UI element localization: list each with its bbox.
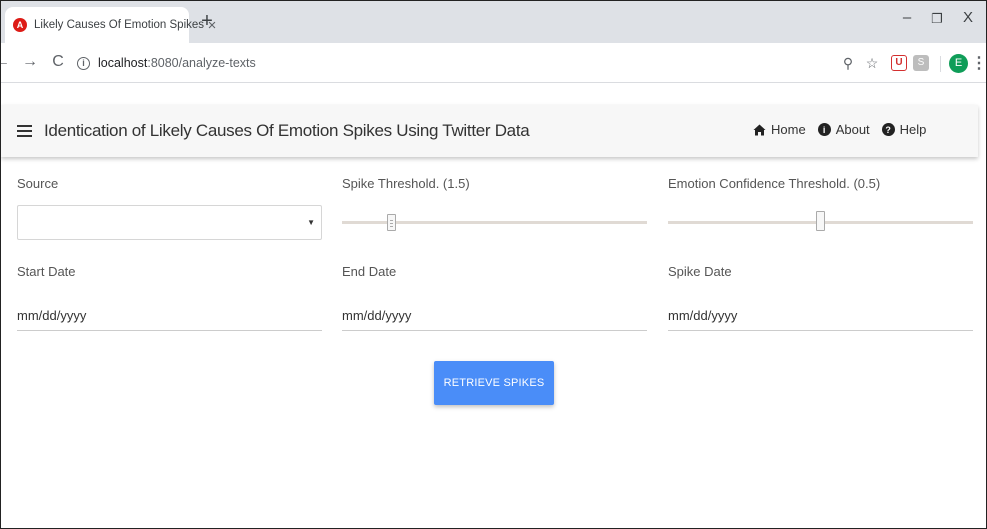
browser-toolbar: ← → C i localhost:8080/analyze-texts ⚲ ☆… bbox=[1, 43, 986, 83]
address-bar[interactable]: i localhost:8080/analyze-texts bbox=[77, 49, 857, 77]
app-header: Identication of Likely Causes Of Emotion… bbox=[1, 105, 978, 157]
spike-date-input[interactable]: mm/dd/yyyy bbox=[668, 301, 973, 331]
spike-threshold-slider-handle[interactable] bbox=[387, 214, 396, 231]
zoom-icon[interactable]: ⚲ bbox=[839, 54, 857, 72]
restore-button[interactable]: ❐ bbox=[925, 11, 949, 27]
emotion-confidence-label: Emotion Confidence Threshold. (0.5) bbox=[668, 176, 881, 191]
end-date-input[interactable]: mm/dd/yyyy bbox=[342, 301, 647, 331]
nav-help-label: Help bbox=[899, 122, 927, 137]
minimize-button[interactable]: – bbox=[895, 9, 919, 26]
source-label: Source bbox=[17, 176, 59, 191]
nav-home-label: Home bbox=[771, 122, 806, 137]
caret-down-icon: ▼ bbox=[307, 218, 315, 227]
tab-title: Likely Causes Of Emotion Spikes bbox=[34, 19, 205, 31]
app-nav: Home i About ? Help bbox=[753, 122, 938, 137]
hamburger-menu-icon[interactable] bbox=[17, 125, 32, 137]
new-tab-button[interactable]: + bbox=[197, 11, 217, 31]
emotion-confidence-slider-handle[interactable] bbox=[816, 211, 825, 231]
extension-icon[interactable]: S bbox=[913, 55, 929, 71]
back-icon[interactable]: ← bbox=[1, 53, 11, 71]
extension-icon[interactable]: U bbox=[891, 55, 907, 71]
reload-icon[interactable]: C bbox=[49, 53, 67, 71]
nav-help[interactable]: ? Help bbox=[881, 122, 927, 137]
close-window-button[interactable]: X bbox=[956, 9, 980, 26]
start-date-input[interactable]: mm/dd/yyyy bbox=[17, 301, 322, 331]
star-icon[interactable]: ☆ bbox=[863, 54, 881, 72]
url-path: :8080/analyze-texts bbox=[147, 56, 256, 70]
profile-icon[interactable]: E bbox=[949, 54, 968, 73]
home-icon bbox=[753, 123, 766, 136]
source-select[interactable]: ▼ bbox=[17, 205, 322, 240]
question-circle-icon: ? bbox=[881, 123, 895, 136]
nav-about-label: About bbox=[835, 122, 870, 137]
end-date-label: End Date bbox=[342, 264, 397, 279]
nav-about[interactable]: i About bbox=[817, 122, 870, 137]
tab-strip: A Likely Causes Of Emotion Spikes × + – … bbox=[1, 1, 986, 43]
menu-icon[interactable]: ⋮ bbox=[971, 53, 986, 73]
browser-tab[interactable]: A Likely Causes Of Emotion Spikes × bbox=[5, 7, 216, 43]
spike-threshold-label: Spike Threshold. (1.5) bbox=[342, 176, 470, 191]
spike-date-label: Spike Date bbox=[668, 264, 732, 279]
start-date-label: Start Date bbox=[17, 264, 76, 279]
url-host: localhost bbox=[98, 56, 148, 70]
page-title: Identication of Likely Causes Of Emotion… bbox=[44, 121, 530, 140]
browser-window: A Likely Causes Of Emotion Spikes × + – … bbox=[0, 0, 987, 529]
nav-home[interactable]: Home bbox=[753, 122, 806, 137]
forward-icon[interactable]: → bbox=[21, 53, 39, 71]
angular-logo-icon: A bbox=[13, 18, 27, 32]
retrieve-spikes-button[interactable]: RETRIEVE SPIKES bbox=[434, 361, 554, 405]
info-circle-icon: i bbox=[817, 123, 831, 136]
info-icon[interactable]: i bbox=[77, 56, 90, 70]
toolbar-divider bbox=[940, 56, 941, 72]
